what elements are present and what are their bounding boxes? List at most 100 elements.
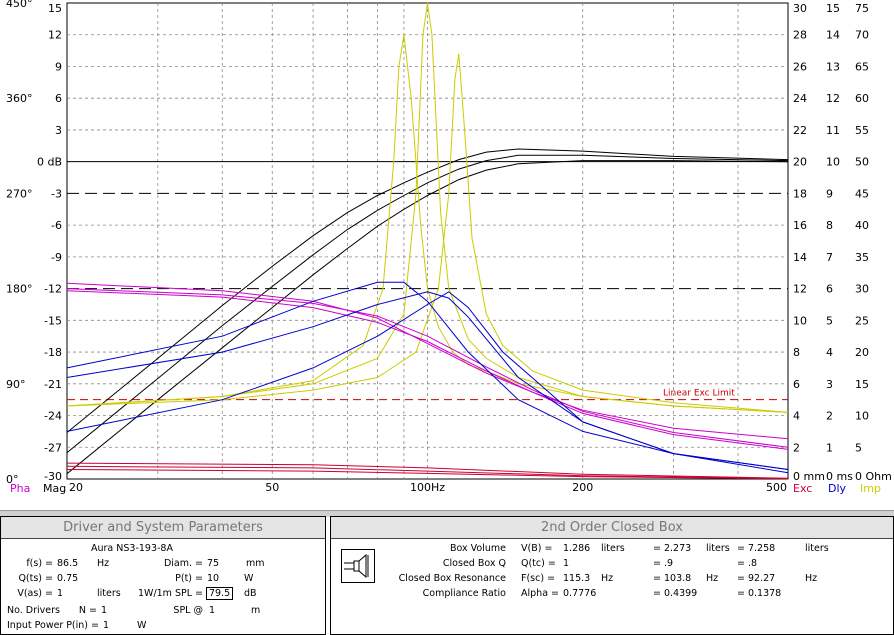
pt-label: P(t) = [175,573,203,584]
magnitude-tick-label: -15 [44,314,62,327]
closed-box-row-value3[interactable]: = 0.1378 [737,588,781,599]
delay-tick-label: 14 [826,29,840,42]
delay-tick-label: 15 [826,2,840,15]
delay-tick-label: 12 [826,92,840,105]
diam-value[interactable]: 75 [207,558,219,569]
magnitude-tick-label: 9 [55,60,62,73]
closed-box-row-label: Closed Box Resonance [398,573,506,584]
closed-box-row-value2[interactable]: = 2.273 [653,543,691,554]
closed-box-row-unit1: liters [601,543,625,554]
driver-parameters-panel: Driver and System Parameters Aura NS3-19… [0,516,326,635]
closed-box-row-unit3: Hz [805,573,818,584]
pt-unit: W [244,573,254,584]
excursion-tick-label: 16 [793,219,807,232]
vas-label: V(as) = [17,588,53,599]
excursion-tick-label: 24 [793,92,807,105]
impedance-tick-label: 45 [855,187,869,200]
spl-unit: dB [244,588,257,599]
phase-tick-label: 450° [6,0,33,10]
impedance-tick-label: 40 [855,219,869,232]
impedance-tick-label: 30 [855,283,869,296]
graph-grid [66,2,789,480]
impedance-tick-label: 55 [855,124,869,137]
linear-exc-limit-label: Linear Exc Limit [663,389,735,399]
impedance-tick-label: 15 [855,378,869,391]
magnitude-tick-label: -12 [44,283,62,296]
closed-box-row-symbol: F(sc) = [521,573,556,584]
qts-value[interactable]: 0.75 [57,573,78,584]
phase-tick-label: 270° [6,187,33,200]
delay-tick-label: 1 [826,441,833,454]
vas-value[interactable]: 1 [57,588,63,599]
magnitude-tick-label: -24 [44,410,62,423]
delay-tick-label: 3 [826,378,833,391]
delay-tick-label: 8 [826,219,833,232]
inpower-label: Input Power [7,620,64,631]
excursion-tick-label: 6 [793,378,800,391]
delay-tick-label: 10 [826,156,840,169]
magnitude-axis-label: Mag [43,482,66,495]
speaker-box-icon [341,549,375,583]
excursion-tick-label: 2 [793,441,800,454]
impedance-tick-label: 50 [855,156,869,169]
vas-unit: liters [97,588,121,599]
closed-box-row-value1[interactable]: 1 [563,558,569,569]
fs-value[interactable]: 86.5 [57,558,78,569]
impedance-tick-label: 60 [855,92,869,105]
frequency-tick-label: 500 [766,481,787,494]
closed-box-row-value3[interactable]: = 7.258 [737,543,775,554]
closed-box-row-symbol: V(B) = [521,543,553,554]
excursion-tick-label: 28 [793,29,807,42]
phase-tick-label: 90° [6,378,26,391]
magnitude-tick-label: -27 [44,441,62,454]
excursion-tick-label: 20 [793,156,807,169]
phase-tick-label: 180° [6,283,33,296]
magnitude-tick-label: 6 [55,92,62,105]
closed-box-row-value1[interactable]: 115.3 [563,573,590,584]
magnitude-tick-label: 15 [48,2,62,15]
excursion-tick-label: 30 [793,2,807,15]
closed-box-panel-title: 2nd Order Closed Box [331,517,893,539]
frequency-tick-label: 200 [572,481,593,494]
closed-box-row-value3[interactable]: = 92.27 [737,573,775,584]
impedance-tick-label: 65 [855,60,869,73]
fs-label: f(s) = [26,558,53,569]
qts-label: Q(ts) = [18,573,53,584]
pt-value[interactable]: 10 [207,573,219,584]
closed-box-row-label: Closed Box Q [442,558,506,569]
delay-tick-label: 7 [826,251,833,264]
excursion-axis-label: Exc [793,482,812,495]
fs-unit: Hz [97,558,110,569]
n-value[interactable]: 1 [101,605,107,616]
phase-axis-label: Pha [10,482,30,495]
closed-box-row-value1[interactable]: 1.286 [563,543,590,554]
delay-tick-label: 9 [826,187,833,200]
splat-value[interactable]: 1 [209,605,215,616]
closed-box-row-label: Compliance Ratio [422,588,506,599]
phase-tick-label: 360° [6,92,33,105]
closed-box-row-value2[interactable]: = .9 [653,558,673,569]
excursion-tick-label: 4 [793,410,800,423]
frequency-tick-label: 100Hz [410,481,445,494]
magnitude-tick-label: 0 dB [37,156,62,169]
pin-value[interactable]: 1 [103,620,109,631]
closed-box-row-symbol: Alpha = [521,588,559,599]
splat-label: SPL @ [173,605,203,616]
closed-box-row-label: Box Volume [449,543,506,554]
excursion-tick-label: 8 [793,346,800,359]
closed-box-row-unit1: Hz [601,573,614,584]
closed-box-row-value2[interactable]: = 0.4399 [653,588,697,599]
closed-box-row-value3[interactable]: = .8 [737,558,757,569]
impedance-tick-label: 5 [855,441,862,454]
delay-tick-label: 6 [826,283,833,296]
spl-value[interactable]: 79.5 [206,587,234,600]
driver-name[interactable]: Aura NS3-193-8A [91,543,173,554]
magnitude-tick-label: -21 [44,378,62,391]
closed-box-row-value2[interactable]: = 103.8 [653,573,691,584]
magnitude-tick-label: -6 [51,219,62,232]
closed-box-row-value1[interactable]: 0.7776 [563,588,596,599]
excursion-tick-label: 26 [793,60,807,73]
diam-unit: mm [246,558,265,569]
delay-tick-label: 2 [826,410,833,423]
magnitude-tick-label: -3 [51,187,62,200]
